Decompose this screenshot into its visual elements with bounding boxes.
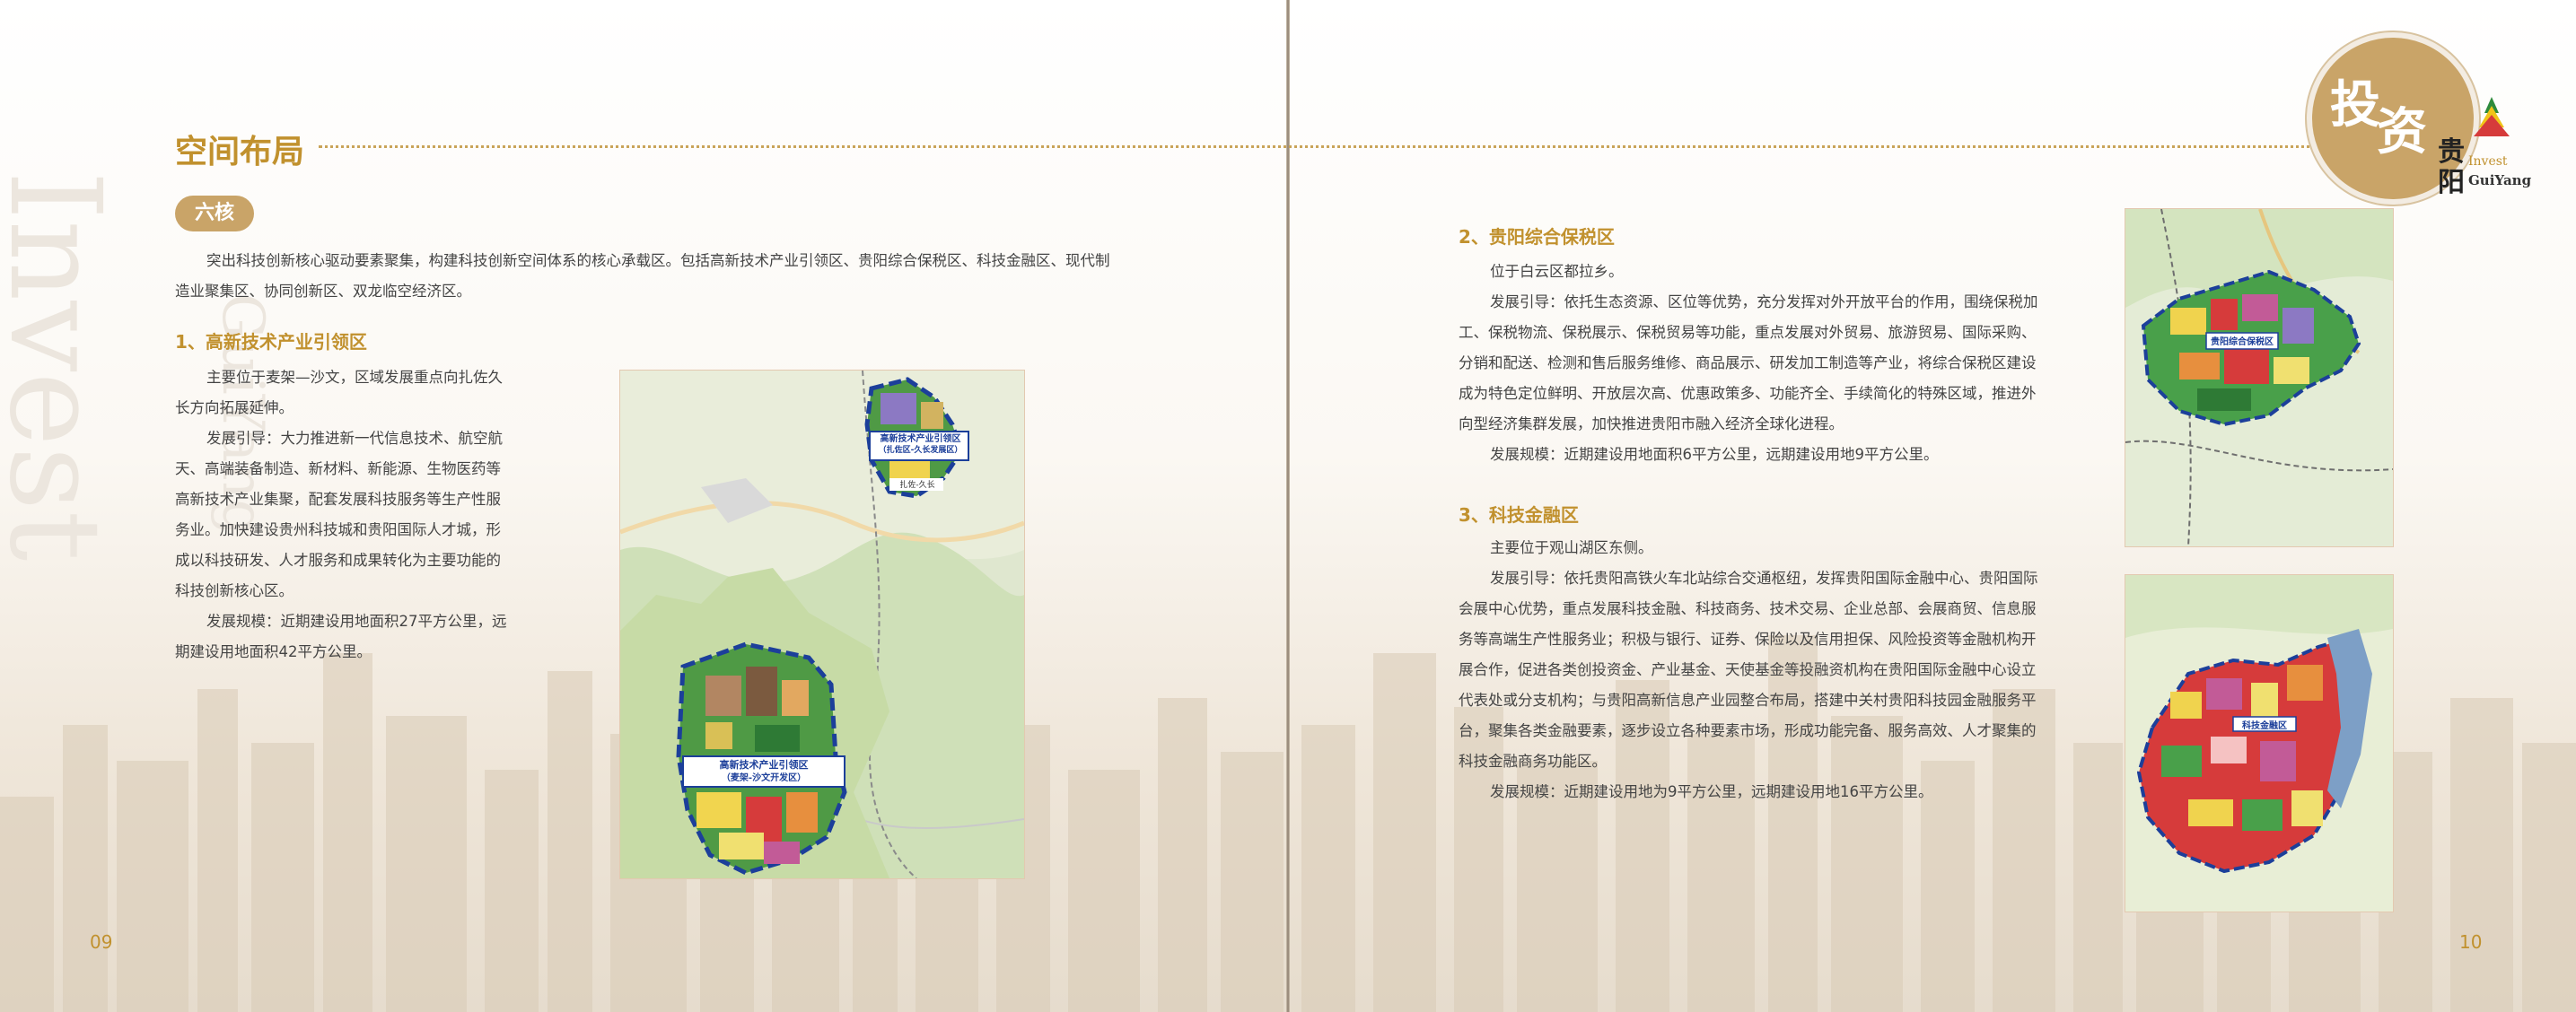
sub1-line: 主要位于麦架—沙文，区域发展重点向扎佐久 xyxy=(206,369,503,386)
title-dotted-rule xyxy=(319,145,2392,148)
sub3-line: 台，聚集各类金融要素，逐步设立各种要素市场，形成功能完备、服务高效、人才聚集的 xyxy=(1459,722,2037,739)
map-high-tech-zone: 高新技术产业引领区 （扎佐区-久长发展区） 扎佐-久长 高新技术产业引领区 （麦… xyxy=(619,370,1025,879)
sub1-line: 务业。加快建设贵州科技城和贵阳国际人才城，形 xyxy=(175,521,501,538)
subsection-title-1: 1、高新技术产业引领区 xyxy=(175,331,367,353)
brochure-spread: Invest GuiYang 空间布局 六核 突出科技创新核心驱动要素聚集，构建… xyxy=(0,0,2576,1012)
map-label-finance: 科技金融区 xyxy=(2242,721,2287,731)
intro-line-2: 造业聚集区、协同创新区、双龙临空经济区。 xyxy=(175,283,471,300)
sub3-line: 代表处或分支机构；与贵阳高新信息产业园整合布局，搭建中关村贵阳科技园金融服务平 xyxy=(1459,692,2037,709)
sub2-line: 位于白云区都拉乡。 xyxy=(1490,263,1624,280)
sub1-line: 期建设用地面积42平方公里。 xyxy=(175,643,372,660)
invest-guiyang-logo: 投 资 贵 阳 xyxy=(2307,32,2510,205)
sub1-line: 科技创新核心区。 xyxy=(175,582,294,599)
sub3-line: 展合作，促进各类创投资金、产业基金、天使基金等投融资机构在贵阳国际金融中心设立 xyxy=(1459,661,2037,678)
sub1-line: 高新技术产业集聚，配套发展科技服务等生产性服 xyxy=(175,491,501,508)
map-label-bonded: 贵阳综合保税区 xyxy=(2211,337,2274,347)
intro-line-1: 突出科技创新核心驱动要素聚集，构建科技创新空间体系的核心承载区。包括高新技术产业… xyxy=(206,252,1110,269)
map-label-south-sub: （麦架-沙文开发区） xyxy=(721,773,807,783)
page-gutter xyxy=(1286,0,1290,1012)
map-label-south-name: 高新技术产业引领区 xyxy=(719,759,809,771)
map-label-north-place: 扎佐-久长 xyxy=(899,481,935,490)
sub1-line: 发展引导：大力推进新一代信息技术、航空航 xyxy=(206,430,503,447)
logo-en-2: GuiYang xyxy=(2468,172,2532,188)
sub2-line: 成为特色定位鲜明、开放层次高、优惠政策多、功能齐全、手续简化的特殊区域，推进外 xyxy=(1459,385,2037,402)
section-badge: 六核 xyxy=(175,196,254,231)
logo-char-1: 投 xyxy=(2330,75,2380,135)
logo-char-2: 资 xyxy=(2377,102,2427,161)
map-illustration xyxy=(2125,575,2393,912)
map-bonded-zone: 贵阳综合保税区 xyxy=(2125,208,2394,547)
page-number-left: 09 xyxy=(90,931,113,953)
logo-cn-2: 阳 xyxy=(2438,167,2465,198)
section-title: 空间布局 xyxy=(175,134,305,170)
sub3-line: 会展中心优势，重点发展科技金融、科技商务、技术交易、企业总部、会展商贸、信息服 xyxy=(1459,600,2037,617)
sub3-line: 科技金融商务功能区。 xyxy=(1459,753,1607,770)
sub3-line: 发展规模：近期建设用地为9平方公里，远期建设用地16平方公里。 xyxy=(1490,783,1933,800)
logo-en-1: Invest xyxy=(2468,154,2508,169)
watermark-invest: Invest xyxy=(0,170,127,562)
map-tech-finance-zone: 科技金融区 xyxy=(2125,574,2394,912)
sub3-line: 发展引导：依托贵阳高铁火车北站综合交通枢纽，发挥贵阳国际金融中心、贵阳国际 xyxy=(1490,570,2038,587)
subsection-title-2: 2、贵阳综合保税区 xyxy=(1459,226,1615,248)
map-label-north-name: 高新技术产业引领区 xyxy=(880,434,961,444)
sub2-line: 工、保税物流、保税展示、保税贸易等功能，重点发展对外贸易、旅游贸易、国际采购、 xyxy=(1459,324,2037,341)
subsection-title-3: 3、科技金融区 xyxy=(1459,504,1579,526)
sub3-line: 务等高端生产性服务业；积极与银行、证券、保险以及信用担保、风险投资等金融机构开 xyxy=(1459,631,2037,648)
sub2-line: 分销和配送、检测和售后服务维修、商品展示、研发加工制造等产业，将综合保税区建设 xyxy=(1459,354,2037,371)
logo-emblem-icon xyxy=(2474,97,2510,136)
map-label-north-sub: （扎佐区-久长发展区） xyxy=(878,446,963,455)
sub2-line: 发展引导：依托生态资源、区位等优势，充分发挥对外开放平台的作用，围绕保税加 xyxy=(1490,293,2038,310)
page-number-right: 10 xyxy=(2459,931,2483,953)
sub2-line: 发展规模：近期建设用地面积6平方公里，远期建设用地9平方公里。 xyxy=(1490,446,1939,463)
map-illustration xyxy=(2125,209,2393,546)
sub1-line: 成以科技研发、人才服务和成果转化为主要功能的 xyxy=(175,552,501,569)
sub2-line: 向型经济集群发展，加快推进贵阳市融入经济全球化进程。 xyxy=(1459,415,1844,432)
sub1-line: 长方向拓展延伸。 xyxy=(175,399,294,416)
sub1-line: 发展规模：近期建设用地面积27平方公里，远 xyxy=(206,613,507,630)
sub3-line: 主要位于观山湖区东侧。 xyxy=(1490,539,1653,556)
sub1-line: 天、高端装备制造、新材料、新能源、生物医药等 xyxy=(175,460,501,477)
